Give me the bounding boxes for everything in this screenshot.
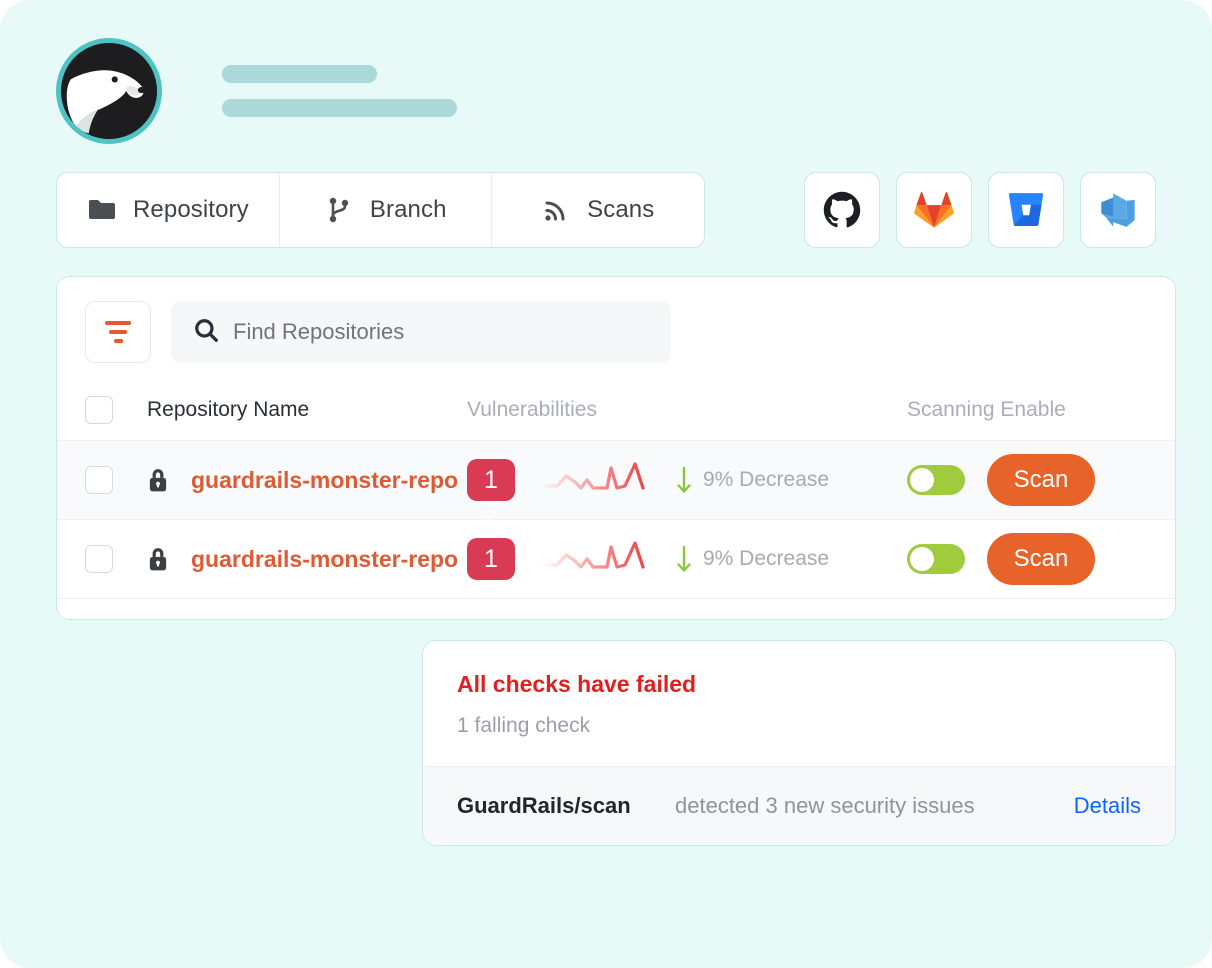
rss-broadcast-icon [541, 195, 571, 225]
filter-line-1 [105, 321, 131, 325]
provider-github[interactable] [804, 172, 880, 248]
trend-indicator: 9% Decrease [675, 465, 829, 495]
gitlab-icon [914, 191, 954, 229]
vulnerability-count-value: 1 [484, 465, 498, 494]
filter-funnel-icon[interactable] [85, 301, 151, 363]
sparkline-chart [539, 537, 651, 582]
table-header-row: Repository Name Vulnerabilities Scanning… [57, 379, 1175, 441]
row-select-cell [85, 545, 147, 573]
header-repository-name-cell: Repository Name [147, 398, 467, 422]
search-box[interactable] [171, 301, 671, 363]
checks-subtitle: 1 falling check [457, 714, 591, 737]
toggle-knob [910, 468, 934, 492]
header-repository-name: Repository Name [147, 397, 310, 421]
trend-text: 9% Decrease [703, 547, 830, 570]
scan-button[interactable]: Scan [987, 454, 1095, 506]
skeleton-line-2 [222, 99, 457, 117]
avatar [56, 38, 162, 144]
vulnerabilities-cell: 1 2 9% Decrease [467, 458, 907, 529]
checks-summary: All checks have failed 1 falling check [423, 641, 1175, 766]
check-item-description: detected 3 new security issues [675, 793, 975, 818]
tab-repository-label: Repository [133, 196, 249, 223]
git-branch-icon [324, 195, 354, 225]
select-all-checkbox[interactable] [85, 395, 113, 424]
table-row[interactable]: guardrails-monster-repo 1 2 9% Decrease … [57, 441, 1175, 529]
repository-cell: guardrails-monster-repo [147, 467, 467, 494]
app-root: Repository Branch Scans Find Repositorie… [0, 0, 1212, 968]
repository-name-link[interactable]: guardrails-monster-repo [191, 467, 458, 494]
scanning-cell: Scan [907, 454, 1147, 506]
sparkline-chart [539, 458, 651, 503]
repository-cell: guardrails-monster-repo [147, 546, 467, 573]
trend-indicator: 9% Decrease [675, 544, 829, 574]
vulnerability-count-badge: 1 [467, 538, 515, 580]
scanning-cell: Scan [907, 533, 1147, 585]
search-input[interactable] [233, 319, 649, 345]
table-row[interactable]: guardrails-monster-repo 1 9% Decrease Sc… [57, 520, 1175, 599]
scan-button-label: Scan [1013, 466, 1069, 493]
checks-title: All checks have failed [457, 671, 697, 697]
scan-button[interactable]: Scan [987, 533, 1095, 585]
vulnerability-count-value: 1 [484, 544, 498, 573]
polar-bear-avatar-icon [61, 43, 157, 139]
header-vulnerabilities-cell: Vulnerabilities [467, 398, 907, 422]
provider-bitbucket[interactable] [988, 172, 1064, 248]
check-details-link[interactable]: Details [1074, 793, 1141, 819]
search-icon [193, 317, 219, 348]
row-checkbox[interactable] [85, 545, 113, 573]
vulnerability-count-badge: 1 2 [467, 459, 515, 529]
trend-text: 9% Decrease [703, 468, 830, 491]
bitbucket-icon [1007, 192, 1045, 228]
github-icon [823, 191, 861, 229]
check-item-name: GuardRails/scan [457, 793, 631, 818]
profile-skeleton [222, 65, 457, 117]
checks-card: All checks have failed 1 falling check G… [422, 640, 1176, 846]
lock-icon [147, 467, 169, 493]
header-scanning-cell: Scanning Enable [907, 398, 1147, 422]
check-item-row: GuardRails/scan detected 3 new security … [423, 766, 1175, 845]
skeleton-line-1 [222, 65, 377, 83]
folder-icon [87, 195, 117, 225]
profile-header [56, 38, 457, 144]
vulnerabilities-cell: 1 9% Decrease [467, 537, 907, 582]
provider-buttons [804, 172, 1156, 248]
header-scanning-enable: Scanning Enable [907, 397, 1066, 421]
filter-line-3 [113, 339, 123, 343]
row-checkbox[interactable] [85, 466, 113, 494]
toggle-knob [910, 547, 934, 571]
scanning-toggle[interactable] [907, 465, 965, 495]
repositories-card: Repository Name Vulnerabilities Scanning… [56, 276, 1176, 620]
tab-repository[interactable]: Repository [57, 173, 280, 247]
scanning-toggle[interactable] [907, 544, 965, 574]
azure-devops-icon [1099, 191, 1137, 229]
arrow-down-icon [675, 465, 693, 495]
scan-button-label: Scan [1013, 545, 1069, 572]
header-vulnerabilities: Vulnerabilities [467, 397, 597, 421]
tab-scans[interactable]: Scans [492, 173, 704, 247]
lock-icon [147, 546, 169, 572]
tab-branch-label: Branch [369, 196, 447, 223]
tab-branch[interactable]: Branch [280, 173, 492, 247]
filter-line-2 [109, 330, 127, 334]
repository-name-link[interactable]: guardrails-monster-repo [191, 546, 458, 573]
table-toolbar [57, 277, 1175, 363]
provider-gitlab[interactable] [896, 172, 972, 248]
tab-bar: Repository Branch Scans [56, 172, 705, 248]
provider-azure-devops[interactable] [1080, 172, 1156, 248]
tab-scans-label: Scans [587, 196, 655, 223]
select-all-cell [85, 395, 147, 424]
arrow-down-icon [675, 544, 693, 574]
row-select-cell [85, 466, 147, 494]
